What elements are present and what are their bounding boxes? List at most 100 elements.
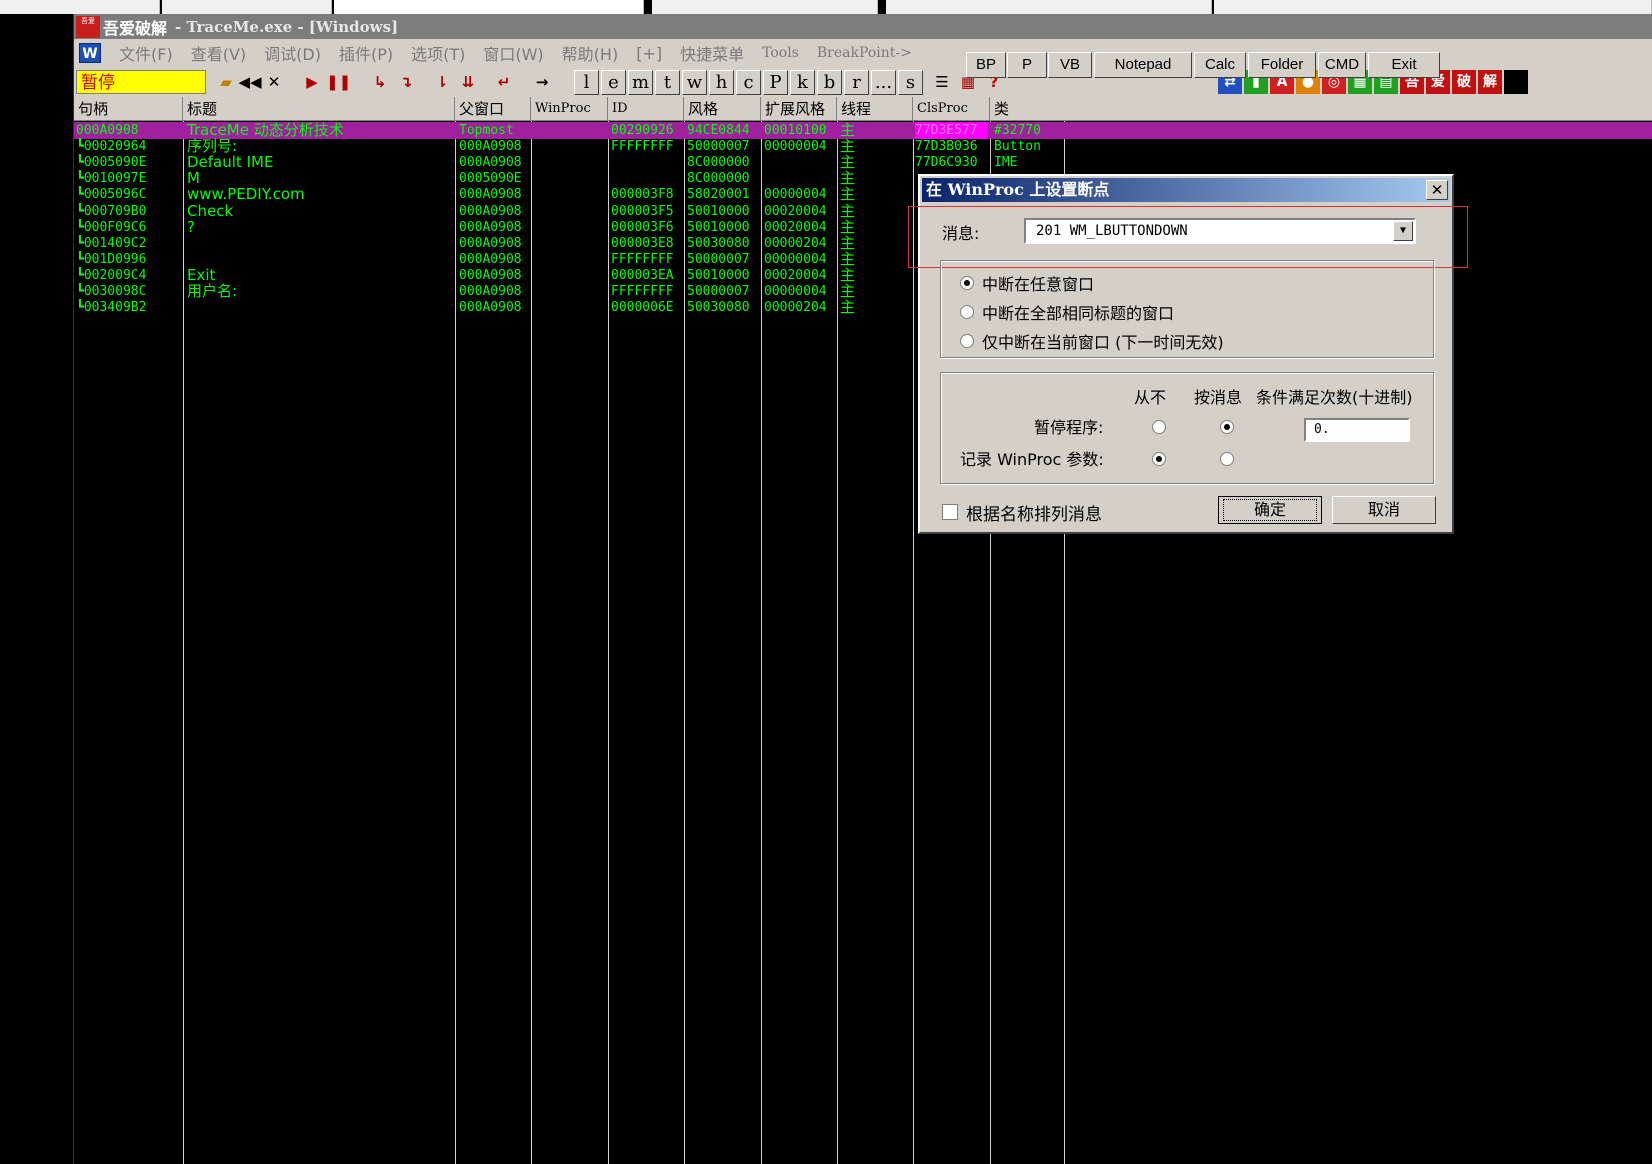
message-select[interactable]: 201 WM_LBUTTONDOWN ▼ xyxy=(1024,218,1416,244)
app-logo-icon: 吾爱 xyxy=(76,15,100,38)
log-never-radio[interactable] xyxy=(1152,452,1166,466)
radio-same-title[interactable]: 中断在全部相同标题的窗口 xyxy=(960,301,1174,323)
tab-strip-piece[interactable] xyxy=(162,0,332,14)
exit-button[interactable]: Exit xyxy=(1368,52,1440,78)
run-trace-button[interactable]: ... xyxy=(871,70,896,95)
executable-modules-button[interactable]: e xyxy=(601,70,626,95)
menu-debug[interactable]: 调试(D) xyxy=(264,41,321,65)
col-header-title[interactable]: 标题 xyxy=(183,97,455,121)
table-row[interactable]: ┗00020964 序列号: 000A0908 FFFFFFFF 50000007 000… xyxy=(74,138,1652,155)
mdi-window-icon[interactable]: W xyxy=(79,43,101,63)
threads-button[interactable]: t xyxy=(655,70,680,95)
menu-plus[interactable]: [+] xyxy=(636,44,662,63)
call-stack-button[interactable]: k xyxy=(790,70,815,95)
log-on-message-radio[interactable] xyxy=(1220,452,1234,466)
col-header-parent[interactable]: 父窗口 xyxy=(455,97,531,121)
radio-any-window[interactable]: 中断在任意窗口 xyxy=(960,272,1094,294)
references-button[interactable]: r xyxy=(844,70,869,95)
cell-exstyle xyxy=(764,170,835,187)
calc-button[interactable]: Calc xyxy=(1194,52,1246,78)
tab-strip-piece[interactable] xyxy=(886,0,1212,14)
cpu-button[interactable]: c xyxy=(736,70,761,95)
po-icon[interactable]: 破 xyxy=(1452,70,1476,94)
menu-plugins[interactable]: 插件(P) xyxy=(339,41,393,65)
cell-title: Exit xyxy=(187,266,216,284)
chevron-down-icon[interactable]: ▼ xyxy=(1393,221,1413,241)
handle-value: 000709B0 xyxy=(83,203,147,219)
folder-button[interactable]: Folder xyxy=(1248,52,1316,78)
menu-shortcuts[interactable]: 快捷菜单 xyxy=(680,41,744,65)
cmd-button[interactable]: CMD xyxy=(1318,52,1366,78)
step-over-icon[interactable]: ↴ xyxy=(394,71,418,95)
tab-strip-piece-active[interactable] xyxy=(334,0,644,14)
radio-button[interactable] xyxy=(960,334,974,348)
col-header-exstyle[interactable]: 扩展风格 xyxy=(761,97,837,121)
cell-parent: 000A0908 xyxy=(459,235,522,251)
cell-thread: 主 xyxy=(840,186,856,204)
radio-any-window-label: 中断在任意窗口 xyxy=(982,275,1095,294)
menu-file[interactable]: 文件(F) xyxy=(119,41,173,65)
run-icon[interactable]: ▶ xyxy=(300,71,324,95)
bp-button[interactable]: BP xyxy=(966,52,1006,78)
col-header-style[interactable]: 风格 xyxy=(684,97,761,121)
cancel-button[interactable]: 取消 xyxy=(1332,496,1436,524)
rewind-icon[interactable]: ◀◀ xyxy=(238,71,262,95)
step-into-icon[interactable]: ↳ xyxy=(368,71,392,95)
cell-winproc xyxy=(535,219,605,236)
col-header-thread[interactable]: 线程 xyxy=(837,97,913,121)
execute-till-return-icon[interactable]: ↵ xyxy=(492,71,516,95)
pause-never-radio[interactable] xyxy=(1152,420,1166,434)
menu-tools[interactable]: Tools xyxy=(762,45,799,61)
handles-button[interactable]: h xyxy=(709,70,734,95)
close-icon[interactable]: ✕ xyxy=(262,71,286,95)
col-header-id[interactable]: ID xyxy=(608,97,684,121)
notepad-button[interactable]: Notepad xyxy=(1094,52,1192,78)
cell-thread: 主 xyxy=(840,138,856,156)
cell-winproc xyxy=(535,203,605,220)
pause-on-message-radio[interactable] xyxy=(1220,420,1234,434)
jie-icon[interactable]: 解 xyxy=(1478,70,1502,94)
condition-count-input[interactable]: 0. xyxy=(1304,418,1410,442)
menu-breakpoint[interactable]: BreakPoint-> xyxy=(817,45,912,61)
menu-options[interactable]: 选项(T) xyxy=(411,41,465,65)
handle-value: 001D0996 xyxy=(83,251,147,267)
pause-icon[interactable]: ❚❚ xyxy=(326,71,351,95)
close-icon[interactable]: ✕ xyxy=(1426,180,1448,200)
ok-button[interactable]: 确定 xyxy=(1218,496,1322,524)
source-button[interactable]: s xyxy=(898,70,923,95)
col-header-handle[interactable]: 句柄 xyxy=(74,97,183,121)
left-gutter xyxy=(0,14,74,1164)
open-folder-icon[interactable]: ▰ xyxy=(214,71,238,95)
table-row[interactable]: ┗0005090E Default IME 000A0908 8C000000 主 77D… xyxy=(74,154,1652,171)
goto-icon[interactable]: → xyxy=(530,71,554,95)
sort-by-name-checkbox[interactable] xyxy=(942,504,958,520)
table-row[interactable]: 000A0908 TraceMe 动态分析技术 Topmost 00290926 94C… xyxy=(74,122,1652,139)
tab-strip-piece[interactable] xyxy=(0,0,160,14)
radio-button[interactable] xyxy=(960,305,974,319)
cell-style: 50000007 xyxy=(687,284,750,299)
patches-button[interactable]: P xyxy=(763,70,788,95)
tab-strip-piece[interactable] xyxy=(1214,0,1652,14)
menu-help[interactable]: 帮助(H) xyxy=(562,41,619,65)
radio-button-checked[interactable] xyxy=(960,276,974,290)
col-header-clsproc[interactable]: ClsProc xyxy=(913,97,990,121)
menu-view[interactable]: 查看(V) xyxy=(191,41,246,65)
trace-into-icon[interactable]: ⇂ xyxy=(430,71,454,95)
cell-parent: 000A0908 xyxy=(459,187,522,203)
cell-parent: 000A0908 xyxy=(459,300,522,316)
radio-current-window[interactable]: 仅中断在当前窗口 (下一时间无效) xyxy=(960,330,1224,352)
cell-exstyle xyxy=(764,154,835,171)
menu-window[interactable]: 窗口(W) xyxy=(483,41,543,65)
log-window-button[interactable]: l xyxy=(574,70,599,95)
memory-map-button[interactable]: m xyxy=(628,70,653,95)
p-button[interactable]: P xyxy=(1007,52,1047,78)
tab-strip-piece[interactable] xyxy=(652,0,878,14)
vb-button[interactable]: VB xyxy=(1048,52,1092,78)
list-icon[interactable]: ☰ xyxy=(930,71,954,95)
breakpoints-button[interactable]: b xyxy=(817,70,842,95)
trace-over-icon[interactable]: ⇊ xyxy=(456,71,480,95)
windows-button[interactable]: w xyxy=(682,70,707,95)
col-header-winproc[interactable]: WinProc xyxy=(531,97,608,121)
col-header-class[interactable]: 类 xyxy=(990,97,1652,121)
black-square-icon[interactable] xyxy=(1504,70,1528,94)
